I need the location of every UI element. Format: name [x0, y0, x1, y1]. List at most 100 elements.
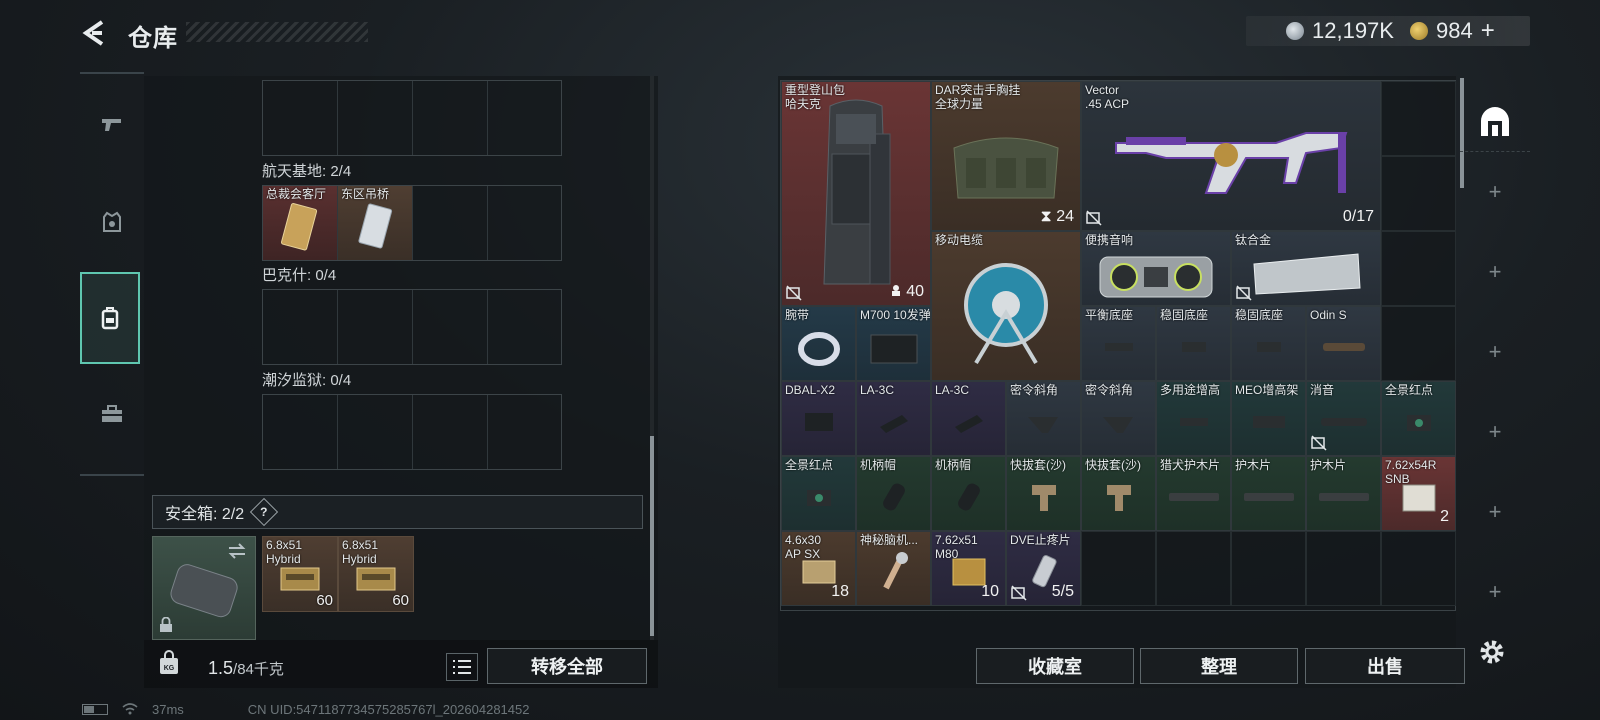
empty-slot[interactable] [1156, 531, 1231, 606]
ammo-item[interactable]: 6.8x51 Hybrid 60 [338, 536, 414, 612]
empty-slot[interactable] [413, 81, 488, 155]
empty-slot[interactable] [1381, 156, 1456, 231]
item-name: 猎犬护木片 [1160, 458, 1221, 472]
transfer-all-button[interactable]: 转移全部 [487, 648, 647, 684]
suppressor-item[interactable]: 消音 [1306, 381, 1381, 456]
ammo-item[interactable]: 7.62x51 M80 10 [931, 531, 1006, 606]
empty-slot[interactable] [1381, 231, 1456, 306]
side-tab-add[interactable]: + [1470, 402, 1520, 462]
storage-scrollbar[interactable] [650, 76, 654, 640]
la3c-laser-item[interactable]: LA-3C [856, 381, 931, 456]
balance-mount-item[interactable]: 平衡底座 [1081, 306, 1156, 381]
empty-slot[interactable] [413, 290, 488, 364]
side-tab-add[interactable]: + [1470, 482, 1520, 542]
capacity-count: 40 [890, 283, 924, 301]
empty-slot[interactable] [263, 81, 338, 155]
empty-slot[interactable] [488, 395, 563, 469]
stable-mount-item[interactable]: 稳固底座 [1231, 306, 1306, 381]
riser-item[interactable]: 多用途增高 [1156, 381, 1231, 456]
m700-magazine-item[interactable]: M700 10发弹匣 [856, 306, 931, 381]
collection-room-button[interactable]: 收藏室 [976, 648, 1134, 684]
empty-slot[interactable] [1306, 531, 1381, 606]
panoramic-sight-item[interactable]: 全景红点 [1381, 381, 1456, 456]
stable-mount-item[interactable]: 稳固底座 [1156, 306, 1231, 381]
section-label-aerospace: 航天基地: 2/4 [262, 163, 352, 180]
angled-grip-item[interactable]: 密令斜角 [1006, 381, 1081, 456]
nav-weapons[interactable] [88, 100, 136, 148]
empty-slot[interactable] [488, 186, 563, 260]
empty-slot[interactable] [488, 81, 563, 155]
empty-slot[interactable] [1381, 306, 1456, 381]
side-tab-add[interactable]: + [1470, 322, 1520, 382]
cable-reel-item[interactable]: 移动电缆 [931, 231, 1081, 381]
empty-slot[interactable] [413, 186, 488, 260]
empty-slot[interactable] [263, 290, 338, 364]
angled-grip-item[interactable]: 密令斜角 [1081, 381, 1156, 456]
nav-armor[interactable] [88, 198, 136, 246]
back-arrow-icon[interactable] [80, 18, 110, 48]
grip-cap-item[interactable]: 机柄帽 [931, 456, 1006, 531]
mystery-brain-item[interactable]: 神秘脑机... [856, 531, 931, 606]
backpack-item[interactable]: 重型登山包 哈夫克 40 [781, 81, 931, 306]
boombox-item[interactable]: 便携音响 [1081, 231, 1231, 306]
chest-rig-item[interactable]: DAR突击手胸挂 全球力量 ⧗ 24 [931, 81, 1081, 231]
sort-button[interactable]: 整理 [1140, 648, 1298, 684]
storage-grid-row [262, 394, 562, 470]
quick-sleeve-item[interactable]: 快拔套(沙) [1081, 456, 1156, 531]
panoramic-sight-item[interactable]: 全景红点 [781, 456, 856, 531]
metal-plate-icon [1253, 253, 1361, 295]
empty-slot[interactable] [413, 395, 488, 469]
nav-toolbox[interactable] [88, 390, 136, 438]
handguard-item[interactable]: 猎犬护木片 [1156, 456, 1231, 531]
empty-slot[interactable] [1381, 531, 1456, 606]
item-count: 18 [831, 583, 849, 600]
item-name: 腕带 [785, 308, 810, 322]
vector-weapon-item[interactable]: Vector .45 ACP 0/17 [1081, 81, 1381, 231]
ammo-item[interactable]: 6.8x51 Hybrid 60 [262, 536, 338, 612]
safe-box-slots: 6.8x51 Hybrid 60 6.8x51 Hybrid 60 [262, 536, 414, 612]
odin-scope-item[interactable]: Odin S [1306, 306, 1381, 381]
add-currency-button[interactable]: + [1481, 17, 1495, 45]
mount-icon [1256, 342, 1281, 353]
gear-icon[interactable] [1476, 636, 1508, 668]
key-card-item[interactable]: 总裁会客厅 [263, 186, 338, 260]
handguard-item[interactable]: 护木片 [1306, 456, 1381, 531]
handguard-item[interactable]: 护木片 [1231, 456, 1306, 531]
grip-cap-item[interactable]: 机柄帽 [856, 456, 931, 531]
meo-riser-item[interactable]: MEO增高架 [1231, 381, 1306, 456]
titanium-item[interactable]: 钛合金 [1231, 231, 1381, 306]
inventory-scrollbar[interactable] [1460, 78, 1464, 188]
empty-slot[interactable] [1081, 531, 1156, 606]
empty-slot[interactable] [338, 81, 413, 155]
item-name: Vector .45 ACP [1085, 83, 1130, 111]
safe-case[interactable] [152, 536, 256, 640]
battery-icon [82, 703, 108, 715]
ammo-item[interactable]: 7.62x54R SNB 2 [1381, 456, 1456, 531]
empty-slot[interactable] [1381, 81, 1456, 156]
empty-slot[interactable] [1231, 531, 1306, 606]
quick-sleeve-item[interactable]: 快拔套(沙) [1006, 456, 1081, 531]
wristband-item[interactable]: 腕带 [781, 306, 856, 381]
painkiller-item[interactable]: DVE止疼片 5/5 [1006, 531, 1081, 606]
ammo-item[interactable]: 4.6x30 AP SX 18 [781, 531, 856, 606]
nav-backpack[interactable] [80, 272, 140, 364]
empty-slot[interactable] [338, 290, 413, 364]
side-tab-main[interactable] [1460, 92, 1530, 152]
empty-slot[interactable] [263, 395, 338, 469]
list-view-button[interactable] [446, 653, 478, 681]
empty-slot[interactable] [488, 290, 563, 364]
side-tab-add[interactable]: + [1470, 562, 1520, 622]
swap-icon[interactable] [227, 543, 247, 559]
inventory-side-tabs: + + + + + + [1460, 92, 1530, 612]
side-tab-add[interactable]: + [1470, 162, 1520, 222]
chest-rig-icon [953, 137, 1059, 199]
sell-button[interactable]: 出售 [1305, 648, 1465, 684]
empty-slot[interactable] [338, 395, 413, 469]
page-title: 仓库 [128, 25, 178, 52]
dbal-laser-item[interactable]: DBAL-X2 [781, 381, 856, 456]
help-button[interactable]: ? [249, 497, 279, 527]
la3c-laser-item[interactable]: LA-3C [931, 381, 1006, 456]
laser-icon [879, 415, 908, 434]
key-card-item[interactable]: 东区吊桥 [338, 186, 413, 260]
side-tab-add[interactable]: + [1470, 242, 1520, 302]
